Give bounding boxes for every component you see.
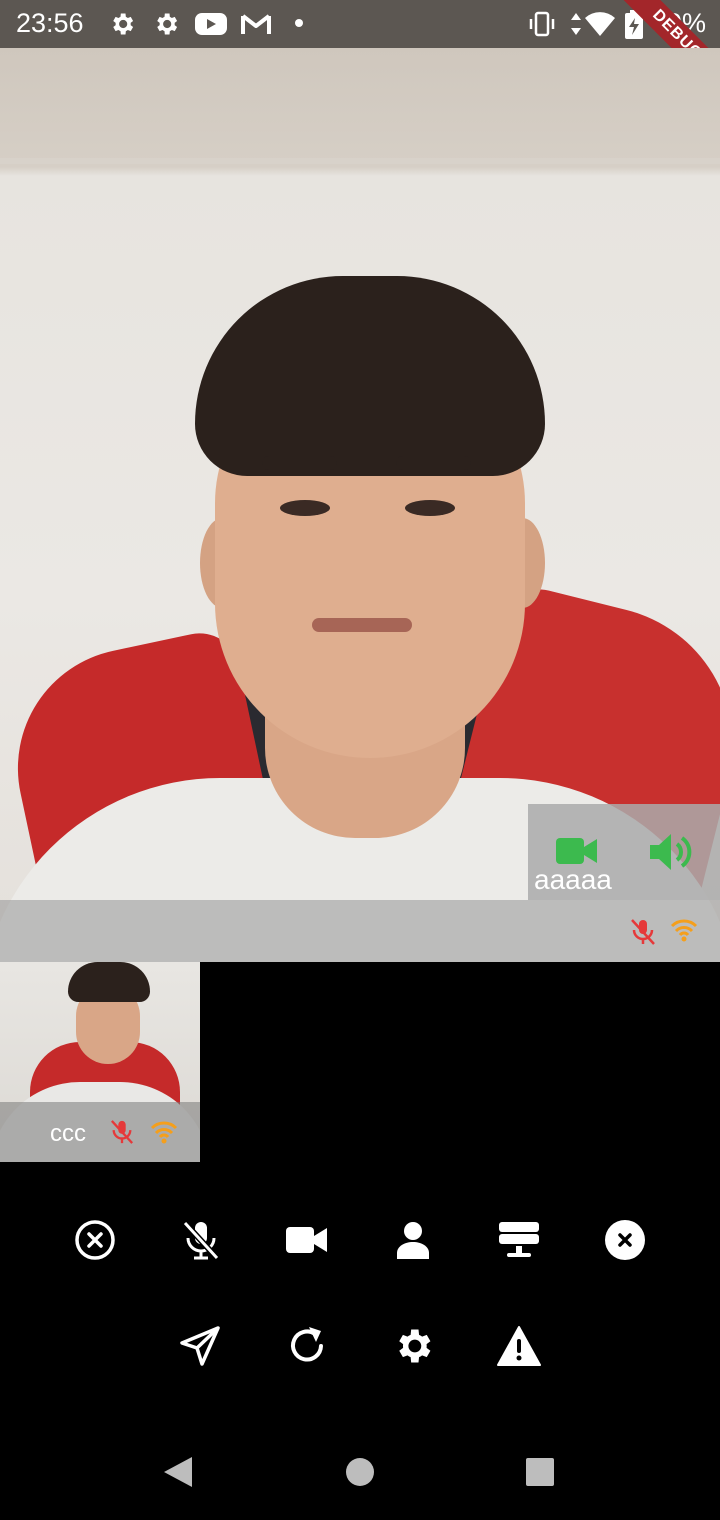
- warning-icon: [497, 1326, 541, 1366]
- video-person-brow: [262, 456, 337, 470]
- video-person-mouth: [312, 618, 412, 632]
- mic-off-icon: [182, 1220, 220, 1261]
- settings-icon: [399, 1329, 431, 1363]
- screen-share-icon: [499, 1222, 539, 1257]
- settings-button[interactable]: [383, 1316, 443, 1376]
- video-camera-icon: [556, 838, 597, 864]
- remote-audio-toggle[interactable]: [648, 832, 696, 877]
- screen-share-button[interactable]: [489, 1210, 549, 1270]
- report-issue-button[interactable]: [489, 1316, 549, 1376]
- send-icon: [180, 1326, 220, 1366]
- home-icon[interactable]: [345, 1457, 375, 1492]
- person-icon: [397, 1222, 429, 1259]
- participants-button[interactable]: [383, 1210, 443, 1270]
- gear-icon: [108, 10, 136, 38]
- remote-participant-name: aaaaa: [534, 864, 612, 895]
- mic-off-icon: [110, 1118, 134, 1151]
- video-person-eye: [280, 500, 330, 516]
- remote-name-overlay: [0, 900, 720, 962]
- video-person-hair: [195, 276, 545, 476]
- wifi-signal-icon: [150, 1120, 178, 1149]
- back-icon[interactable]: [162, 1455, 194, 1494]
- toggle-camera-button[interactable]: [277, 1210, 337, 1270]
- video-person-eye: [405, 500, 455, 516]
- refresh-icon: [291, 1327, 323, 1362]
- video-background: [0, 158, 720, 164]
- notification-dot-icon: [295, 19, 303, 27]
- mute-microphone-button[interactable]: [171, 1210, 231, 1270]
- youtube-icon: [195, 10, 227, 38]
- data-arrows-icon: [566, 10, 586, 38]
- status-bar: 23:56 59% DEBUG: [0, 0, 720, 105]
- close-filled-icon: [605, 1220, 645, 1260]
- remote-video-feed: [0, 48, 720, 962]
- close-circle-icon: [75, 1220, 115, 1260]
- status-time: 23:56: [16, 8, 84, 38]
- gear-icon: [152, 10, 180, 38]
- speaker-icon: [650, 834, 692, 870]
- vibrate-icon: [528, 10, 556, 38]
- mic-off-icon: [630, 918, 656, 951]
- end-call-button[interactable]: [595, 1210, 655, 1270]
- leave-call-button[interactable]: [65, 1210, 125, 1270]
- local-participant-name: ccc: [50, 1120, 86, 1147]
- recents-icon[interactable]: [525, 1457, 555, 1492]
- gmail-icon: [240, 10, 272, 38]
- refresh-button[interactable]: [277, 1316, 337, 1376]
- video-camera-icon: [286, 1227, 327, 1253]
- send-message-button[interactable]: [170, 1316, 230, 1376]
- preview-person-hair: [68, 962, 150, 1002]
- video-person-brow: [396, 456, 471, 470]
- wifi-icon: [584, 10, 616, 38]
- wifi-signal-icon: [670, 918, 698, 947]
